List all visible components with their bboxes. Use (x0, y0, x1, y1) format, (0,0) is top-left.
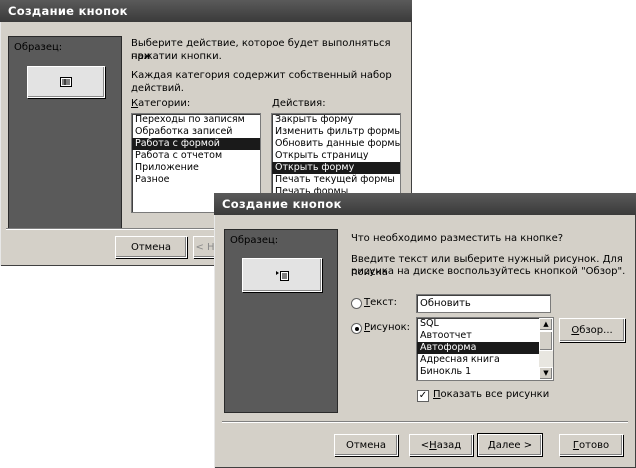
picture-radio[interactable] (351, 323, 362, 334)
cancel-button[interactable]: Отмена (334, 434, 398, 456)
cancel-button[interactable]: Отмена (115, 236, 187, 258)
list-item[interactable]: Открыть страницу (272, 150, 400, 162)
actions-list[interactable]: Закрыть форму Изменить фильтр формы Обнови… (271, 113, 401, 197)
sample-label: Образец: (230, 235, 279, 246)
form-icon (60, 77, 72, 87)
categories-label: Категории: (131, 98, 191, 109)
list-item[interactable]: SQL (417, 318, 553, 330)
show-all-checkbox[interactable]: ✓ (417, 390, 429, 402)
list-item[interactable]: Автоформа (417, 342, 553, 354)
pictures-list[interactable]: SQL Автоотчет Автоформа Адресная книга Бинок… (416, 317, 554, 381)
list-item[interactable]: Печать текущей формы (272, 174, 400, 186)
sample-label: Образец: (14, 42, 63, 53)
window-title: Создание кнопок (8, 4, 128, 18)
browse-button[interactable]: Обзор... (559, 318, 625, 342)
back-button[interactable]: < Назад (409, 434, 473, 456)
list-item[interactable]: Работа с формой (132, 138, 260, 150)
scroll-up-icon[interactable]: ▲ (539, 318, 553, 331)
actions-label: Действия: (272, 98, 326, 109)
picture-option-label: Рисунок: (364, 322, 411, 333)
sample-panel: Образец: (224, 229, 338, 413)
list-item[interactable]: Обработка записей (132, 126, 260, 138)
sample-button (242, 258, 322, 292)
list-item[interactable]: Обновить данные формы (272, 138, 400, 150)
sample-button (27, 66, 105, 98)
scroll-thumb[interactable] (539, 331, 553, 351)
list-item[interactable]: Переходы по записям (132, 114, 260, 126)
list-item[interactable]: Приложение (132, 162, 260, 174)
sample-panel: Образец: (8, 36, 122, 230)
list-item[interactable]: Открыть форму (272, 162, 400, 174)
separator (222, 421, 628, 423)
text-radio[interactable] (351, 298, 362, 309)
show-all-label: Показать все рисунки (433, 389, 550, 400)
title-bar: Создание кнопок (0, 0, 412, 22)
intro-text-2: нажатии кнопки. (131, 51, 222, 62)
intro-text-3: Каждая категория содержит собственный на… (131, 70, 392, 94)
pictures-scrollbar[interactable]: ▲ ▼ (539, 318, 553, 380)
list-item[interactable]: Работа с отчетом (132, 150, 260, 162)
list-item[interactable]: Автоотчет (417, 330, 553, 342)
list-item[interactable]: Бинокль 1 (417, 366, 553, 378)
list-item[interactable]: Изменить фильтр формы (272, 126, 400, 138)
list-item[interactable]: Адресная книга (417, 354, 553, 366)
hint-text-2: рисунка на диске воспользуйтесь кнопкой … (351, 266, 626, 277)
list-item[interactable]: Разное (132, 174, 260, 186)
list-item[interactable]: Закрыть форму (272, 114, 400, 126)
title-bar: Создание кнопок (214, 193, 636, 215)
question-text: Что необходимо разместить на кнопке? (351, 233, 564, 244)
finish-button[interactable]: Готово (559, 434, 623, 456)
next-button[interactable]: Далее > (477, 433, 543, 457)
text-input[interactable]: Обновить (416, 294, 551, 313)
autoform-icon (276, 270, 289, 281)
command-button-wizard-step2: Создание кнопок Образец: Что необходимо … (214, 193, 636, 468)
text-option-label: Текст: (364, 297, 397, 308)
window-title: Создание кнопок (222, 197, 342, 211)
scroll-down-icon[interactable]: ▼ (539, 367, 553, 380)
